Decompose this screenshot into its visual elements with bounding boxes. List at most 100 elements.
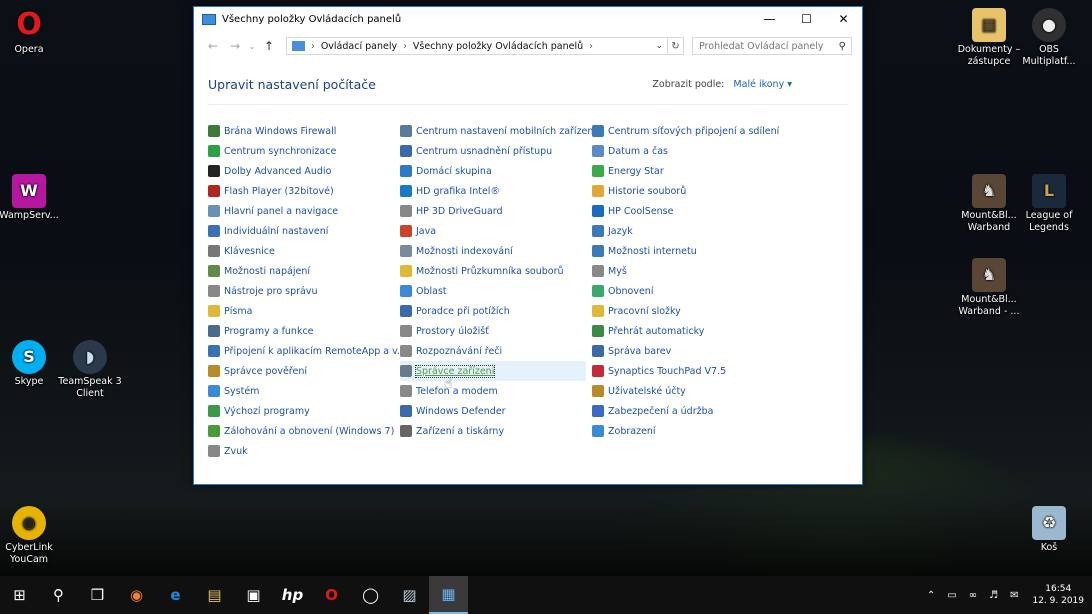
network-icon[interactable]: ∞ bbox=[969, 590, 977, 601]
up-arrow-icon[interactable]: ↑ bbox=[258, 39, 280, 53]
control-panel-item[interactable]: Správa barev bbox=[592, 341, 784, 361]
control-panel-item[interactable]: Brána Windows Firewall bbox=[208, 121, 400, 141]
desktop-icon-recycle-bin[interactable]: ♻ Koš bbox=[1017, 506, 1081, 554]
desktop-icon-opera[interactable]: O Opera bbox=[0, 8, 61, 56]
search-icon[interactable]: ⚲ bbox=[39, 576, 78, 614]
control-panel-item[interactable]: Správce pověření bbox=[208, 361, 400, 381]
control-panel-item[interactable]: Klávesnice bbox=[208, 241, 400, 261]
breadcrumb-control-panel[interactable]: Ovládací panely bbox=[321, 41, 397, 52]
desktop-icon-mount-blade[interactable]: ♞ Mount&Bl... Warband bbox=[957, 174, 1021, 234]
task-view-icon[interactable]: ❒ bbox=[78, 576, 117, 614]
control-panel-item[interactable]: Datum a čas bbox=[592, 141, 784, 161]
close-button[interactable]: ✕ bbox=[825, 7, 862, 31]
control-panel-item[interactable]: Windows Defender bbox=[400, 401, 592, 421]
control-panel-item[interactable]: Centrum synchronizace bbox=[208, 141, 400, 161]
search-input[interactable]: Prohledat Ovládací panely ⚲ bbox=[692, 37, 852, 55]
control-panel-item[interactable]: Myš bbox=[592, 261, 784, 281]
control-panel-item[interactable]: Možnosti Průzkumníka souborů bbox=[400, 261, 592, 281]
control-panel-item[interactable]: Historie souborů bbox=[592, 181, 784, 201]
volume-icon[interactable]: ♬ bbox=[989, 590, 998, 601]
blender-icon[interactable]: ◉ bbox=[117, 576, 156, 614]
control-panel-item[interactable]: Písma bbox=[208, 301, 400, 321]
control-panel-item[interactable]: Zobrazení bbox=[592, 421, 784, 441]
clock[interactable]: 16:54 12. 9. 2019 bbox=[1032, 583, 1084, 607]
refresh-icon[interactable]: ↻ bbox=[668, 37, 684, 55]
control-panel-item[interactable]: HP 3D DriveGuard bbox=[400, 201, 592, 221]
desktop-icon-obs[interactable]: ● OBS Multiplatf... bbox=[1017, 8, 1081, 68]
desktop-icon-documents[interactable]: ▤ Dokumenty – zástupce bbox=[957, 8, 1021, 68]
control-panel-item[interactable]: Poradce při potížích bbox=[400, 301, 592, 321]
control-panel-item[interactable]: Možnosti internetu bbox=[592, 241, 784, 261]
storage-spaces-icon bbox=[400, 325, 412, 337]
control-panel-item[interactable]: Výchozí programy bbox=[208, 401, 400, 421]
search-icon[interactable]: ⚲ bbox=[839, 41, 846, 52]
chevron-up-icon[interactable]: ⌃ bbox=[927, 590, 935, 601]
control-panel-item[interactable]: Systém bbox=[208, 381, 400, 401]
recent-locations-icon[interactable]: ⌄ bbox=[246, 42, 258, 51]
control-panel-item[interactable]: Přehrát automaticky bbox=[592, 321, 784, 341]
file-explorer-icon[interactable]: ▤ bbox=[195, 576, 234, 614]
control-panel-item[interactable]: Domácí skupina bbox=[400, 161, 592, 181]
control-panel-item[interactable]: Možnosti indexování bbox=[400, 241, 592, 261]
control-panel-item[interactable]: Zálohování a obnovení (Windows 7) bbox=[208, 421, 400, 441]
control-panel-item[interactable]: Zvuk bbox=[208, 441, 400, 461]
desktop-icon-league[interactable]: L League of Legends bbox=[1017, 174, 1081, 234]
store-icon[interactable]: ▣ bbox=[234, 576, 273, 614]
chevron-down-icon[interactable]: ⌄ bbox=[655, 41, 663, 51]
action-center-icon[interactable]: ✉ bbox=[1010, 590, 1018, 601]
control-panel-item[interactable]: Flash Player (32bitové) bbox=[208, 181, 400, 201]
system-tray: ⌃ ▭ ∞ ♬ ✉ 16:54 12. 9. 2019 bbox=[921, 576, 1084, 614]
desktop-icon-label: TeamSpeak 3 Client bbox=[58, 376, 122, 399]
control-panel-item[interactable]: Obnovení bbox=[592, 281, 784, 301]
control-panel-item[interactable]: Zabezpečení a údržba bbox=[592, 401, 784, 421]
control-panel-item[interactable]: Oblast bbox=[400, 281, 592, 301]
desktop-icon-youcam[interactable]: ◉ CyberLink YouCam bbox=[0, 506, 61, 566]
control-panel-item[interactable]: Java bbox=[400, 221, 592, 241]
control-panel-item[interactable]: HD grafika Intel® bbox=[400, 181, 592, 201]
control-panel-item[interactable]: Možnosti napájení bbox=[208, 261, 400, 281]
control-panel-item[interactable]: Pracovní složky bbox=[592, 301, 784, 321]
control-panel-item[interactable]: Energy Star bbox=[592, 161, 784, 181]
edge-icon[interactable]: e bbox=[156, 576, 195, 614]
control-panel-item[interactable]: Rozpoznávání řeči bbox=[400, 341, 592, 361]
control-panel-item-label: Centrum synchronizace bbox=[224, 145, 337, 157]
back-arrow-icon[interactable]: ← bbox=[202, 39, 224, 53]
minimize-button[interactable]: — bbox=[751, 7, 788, 31]
control-panel-item[interactable]: Telefon a modem bbox=[400, 381, 592, 401]
hp-coolsense-icon bbox=[592, 205, 604, 217]
control-panel-item[interactable]: Dolby Advanced Audio bbox=[208, 161, 400, 181]
control-panel-item[interactable]: Centrum nastavení mobilních zařízení bbox=[400, 121, 592, 141]
control-panel-item[interactable]: Programy a funkce bbox=[208, 321, 400, 341]
control-panel-taskbar-icon[interactable]: ▦ bbox=[429, 576, 468, 614]
control-panel-item[interactable]: Zařízení a tiskárny bbox=[400, 421, 592, 441]
control-panel-item[interactable]: Hlavní panel a navigace bbox=[208, 201, 400, 221]
desktop-icon-skype[interactable]: S Skype bbox=[0, 340, 61, 388]
control-panel-item[interactable]: Prostory úložišť bbox=[400, 321, 592, 341]
breadcrumb-chevron-icon: › bbox=[311, 40, 315, 52]
start-windows-icon[interactable]: ⊞ bbox=[0, 576, 39, 614]
control-panel-item[interactable]: Individuální nastavení bbox=[208, 221, 400, 241]
title-bar[interactable]: Všechny položky Ovládacích panelů — ☐ ✕ bbox=[194, 7, 862, 31]
control-panel-item[interactable]: Centrum usnadnění přístupu bbox=[400, 141, 592, 161]
desktop-icon-mount-blade-2[interactable]: ♞ Mount&Bl... Warband - ... bbox=[957, 258, 1021, 318]
breadcrumb-all-items[interactable]: Všechny položky Ovládacích panelů bbox=[413, 41, 583, 52]
control-panel-item[interactable]: Uživatelské účty bbox=[592, 381, 784, 401]
address-bar[interactable]: › Ovládací panely › Všechny položky Ovlá… bbox=[286, 37, 668, 55]
forward-arrow-icon[interactable]: → bbox=[224, 39, 246, 53]
control-panel-item[interactable]: Jazyk bbox=[592, 221, 784, 241]
control-panel-item[interactable]: Centrum síťových připojení a sdílení bbox=[592, 121, 784, 141]
opera-icon[interactable]: O bbox=[312, 576, 351, 614]
photos-icon[interactable]: ▨ bbox=[390, 576, 429, 614]
control-panel-item[interactable]: HP CoolSense bbox=[592, 201, 784, 221]
control-panel-item[interactable]: Nástroje pro správu bbox=[208, 281, 400, 301]
control-panel-item[interactable]: Připojení k aplikacím RemoteApp a v... bbox=[208, 341, 400, 361]
maximize-button[interactable]: ☐ bbox=[788, 7, 825, 31]
control-panel-item[interactable]: Synaptics TouchPad V7.5 bbox=[592, 361, 784, 381]
obs-icon[interactable]: ◯ bbox=[351, 576, 390, 614]
hp-icon[interactable]: hp bbox=[273, 576, 312, 614]
control-panel-item[interactable]: Správce zařízení bbox=[400, 361, 586, 381]
desktop-icon-teamspeak[interactable]: ◗ TeamSpeak 3 Client bbox=[58, 340, 122, 400]
view-by-dropdown[interactable]: Malé ikony ▾ bbox=[733, 79, 792, 90]
battery-icon[interactable]: ▭ bbox=[947, 590, 956, 601]
desktop-icon-wampserver[interactable]: W WampServ... bbox=[0, 174, 61, 222]
